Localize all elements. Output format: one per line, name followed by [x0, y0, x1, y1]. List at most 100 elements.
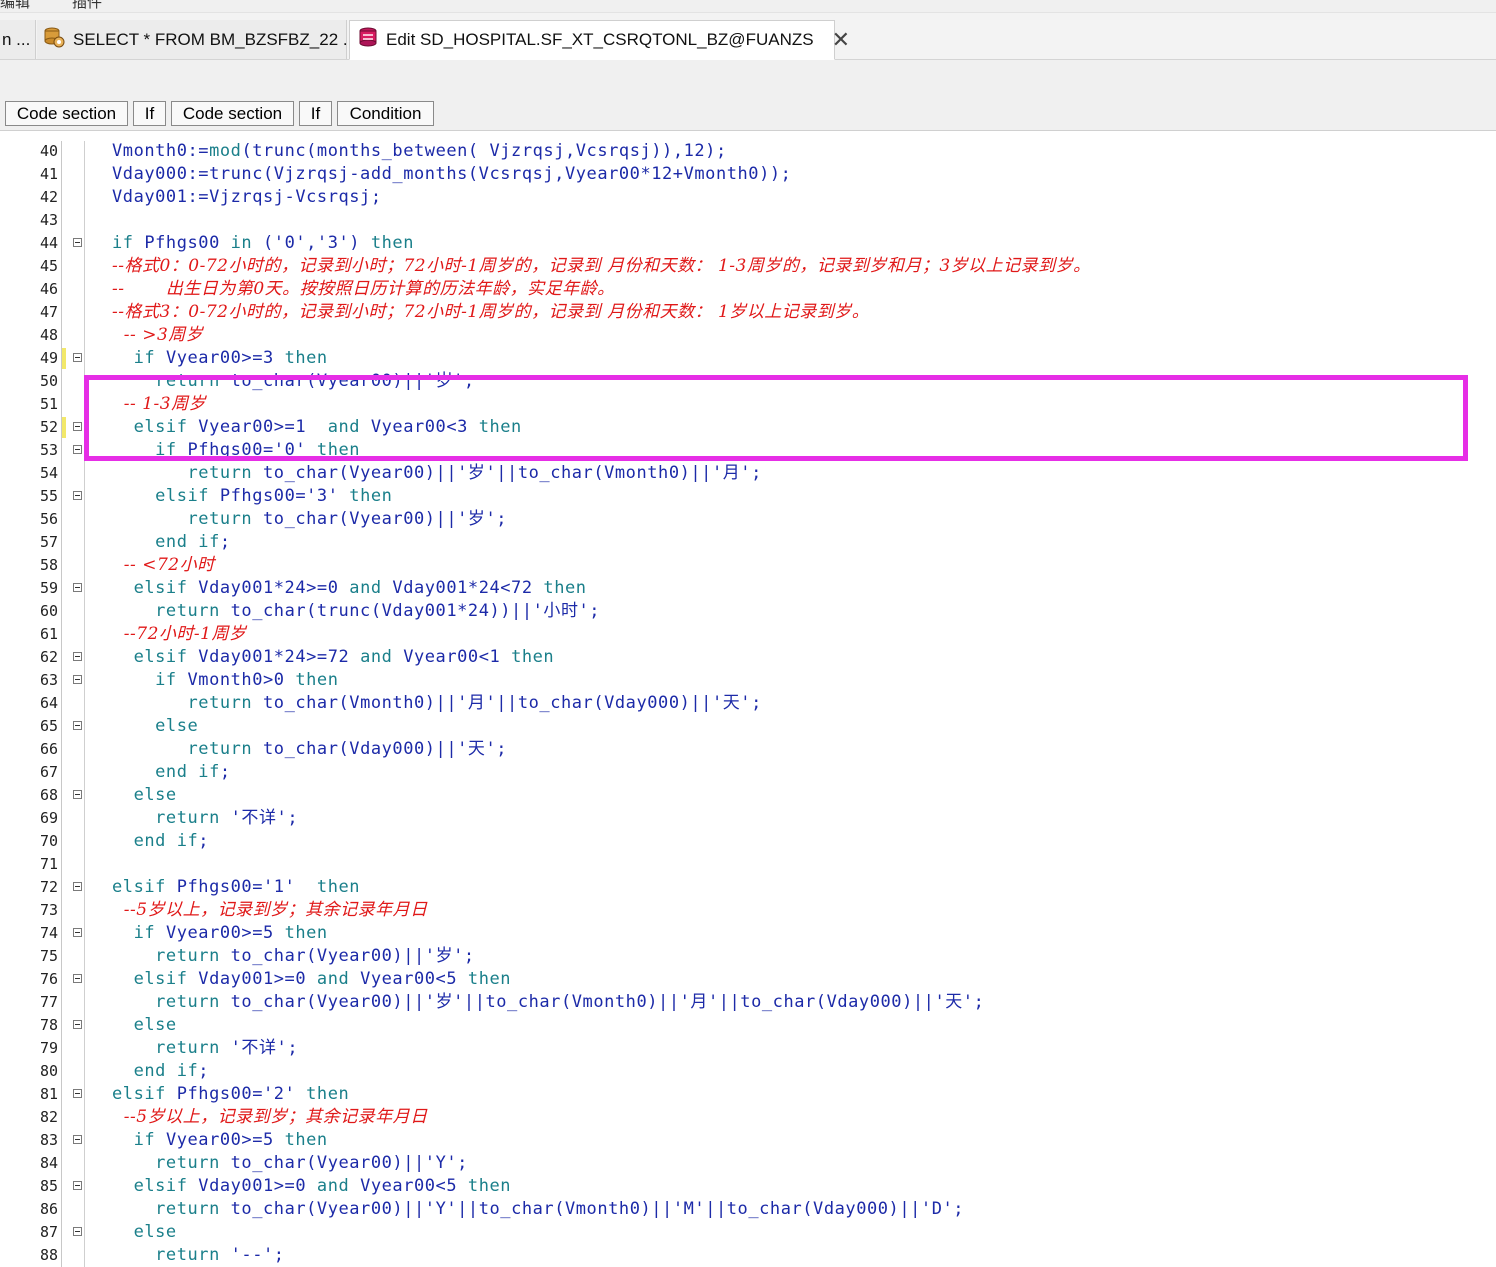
code-line[interactable]: 50 return to_char(Vyear00)||'岁'; — [0, 370, 1496, 393]
code-line[interactable]: 57 end if; — [0, 531, 1496, 554]
code-line[interactable]: 87 else — [0, 1221, 1496, 1244]
tab-edit-function[interactable]: Edit SD_HOSPITAL.SF_XT_CSRQTONL_BZ@FUANZ… — [349, 20, 850, 60]
fold-toggle-icon[interactable] — [73, 1227, 82, 1236]
code-line[interactable]: 86 return to_char(Vyear00)||'Y'||to_char… — [0, 1198, 1496, 1221]
code-line[interactable]: 72 elsif Pfhgs00='1' then — [0, 876, 1496, 899]
fold-toggle-icon[interactable] — [73, 491, 82, 500]
fold-toggle-icon[interactable] — [73, 353, 82, 362]
line-number: 49 — [39, 349, 58, 367]
code-line[interactable]: 47 --格式3：0-72小时的，记录到小时；72小时-1周岁的，记录到 月份和天… — [0, 301, 1496, 324]
code-line[interactable]: 66 return to_char(Vday000)||'天'; — [0, 738, 1496, 761]
breadcrumb-code-section-2[interactable]: Code section — [171, 101, 294, 126]
code-line[interactable]: 83 if Vyear00>=5 then — [0, 1129, 1496, 1152]
tab-sql-window-2[interactable]: SELECT * FROM BM_BZSFBZ_22 ... — [37, 20, 357, 59]
fold-toggle-icon[interactable] — [73, 675, 82, 684]
code-identifier: ; — [463, 946, 475, 966]
line-number: 40 — [39, 142, 58, 160]
menu-item-edit[interactable]: 编辑 — [0, 0, 30, 12]
fold-toggle-icon[interactable] — [73, 238, 82, 247]
line-number: 68 — [39, 786, 58, 804]
fold-toggle-icon[interactable] — [73, 1181, 82, 1190]
fold-toggle-icon[interactable] — [73, 422, 82, 431]
code-string: 'Y' — [424, 1199, 458, 1219]
code-line[interactable]: 68 else — [0, 784, 1496, 807]
menu-item-plugins[interactable]: 插件 — [72, 0, 102, 12]
code-line[interactable]: 71 — [0, 853, 1496, 876]
code-editor[interactable]: 40 Vmonth0:=mod(trunc(months_between( Vjz… — [0, 131, 1496, 1267]
code-line[interactable]: 84 return to_char(Vyear00)||'Y'; — [0, 1152, 1496, 1175]
code-line[interactable]: 58 -- <72小时 — [0, 554, 1496, 577]
code-line[interactable]: 62 elsif Vday001*24>=72 and Vyear00<1 th… — [0, 646, 1496, 669]
code-line[interactable]: 80 end if; — [0, 1060, 1496, 1083]
fold-toggle-icon[interactable] — [73, 882, 82, 891]
fold-toggle-icon[interactable] — [73, 445, 82, 454]
code-line[interactable]: 61 --72小时-1周岁 — [0, 623, 1496, 646]
code-keyword: end if — [112, 1061, 199, 1081]
code-text: -- 1-3周岁 — [112, 393, 206, 416]
code-line[interactable]: 59 elsif Vday001*24>=0 and Vday001*24<72… — [0, 577, 1496, 600]
code-line[interactable]: 43 — [0, 209, 1496, 232]
code-line[interactable]: 70 end if; — [0, 830, 1496, 853]
code-line[interactable]: 76 elsif Vday001>=0 and Vyear00<5 then — [0, 968, 1496, 991]
code-line[interactable]: 56 return to_char(Vyear00)||'岁'; — [0, 508, 1496, 531]
code-line[interactable]: 81 elsif Pfhgs00='2' then — [0, 1083, 1496, 1106]
code-line[interactable]: 46 -- 出生日为第0天。按按照日历计算的历法年龄，实足年龄。 — [0, 278, 1496, 301]
tab-sql-window-1[interactable]: n ... — [0, 20, 36, 59]
code-line[interactable]: 67 end if; — [0, 761, 1496, 784]
code-line[interactable]: 75 return to_char(Vyear00)||'岁'; — [0, 945, 1496, 968]
code-line[interactable]: 82 --5岁以上，记录到岁；其余记录年月日 — [0, 1106, 1496, 1129]
code-string: '岁' — [424, 992, 464, 1012]
code-keyword: and — [360, 647, 404, 667]
fold-toggle-icon[interactable] — [73, 790, 82, 799]
fold-toggle-icon[interactable] — [73, 1020, 82, 1029]
code-line[interactable]: 45 --格式0：0-72小时的，记录到小时；72小时-1周岁的，记录到 月份和天… — [0, 255, 1496, 278]
code-line[interactable]: 78 else — [0, 1014, 1496, 1037]
line-number: 69 — [39, 809, 58, 827]
code-keyword: if — [112, 348, 166, 368]
code-identifier: Vday001*24<72 — [392, 578, 544, 598]
fold-toggle-icon[interactable] — [73, 583, 82, 592]
fold-toggle-icon[interactable] — [73, 652, 82, 661]
code-line[interactable]: 53 if Pfhgs00='0' then — [0, 439, 1496, 462]
close-icon[interactable]: ✕ — [832, 29, 850, 51]
code-line[interactable]: 63 if Vmonth0>0 then — [0, 669, 1496, 692]
code-line[interactable]: 49 if Vyear00>=3 then — [0, 347, 1496, 370]
code-line[interactable]: 79 return '不详'; — [0, 1037, 1496, 1060]
code-line[interactable]: 64 return to_char(Vmonth0)||'月'||to_char… — [0, 692, 1496, 715]
code-keyword: then — [295, 670, 339, 690]
breadcrumb-code-section-1[interactable]: Code section — [5, 101, 128, 126]
code-line[interactable]: 85 elsif Vday001>=0 and Vyear00<5 then — [0, 1175, 1496, 1198]
code-text: elsif Pfhgs00='1' then — [112, 876, 360, 899]
fold-toggle-icon[interactable] — [73, 1089, 82, 1098]
menu-bar: 编辑 插件 — [0, 0, 1496, 13]
code-line[interactable]: 65 else — [0, 715, 1496, 738]
code-line[interactable]: 40 Vmonth0:=mod(trunc(months_between( Vjz… — [0, 140, 1496, 163]
code-line[interactable]: 88 return '--'; — [0, 1244, 1496, 1267]
fold-toggle-icon[interactable] — [73, 974, 82, 983]
code-identifier: to_char(Vyear00)|| — [230, 946, 425, 966]
code-line[interactable]: 55 elsif Pfhgs00='3' then — [0, 485, 1496, 508]
code-line[interactable]: 60 return to_char(trunc(Vday001*24))||'小… — [0, 600, 1496, 623]
code-line[interactable]: 73 --5岁以上，记录到岁；其余记录年月日 — [0, 899, 1496, 922]
fold-toggle-icon[interactable] — [73, 928, 82, 937]
code-line[interactable]: 69 return '不详'; — [0, 807, 1496, 830]
code-line[interactable]: 44 if Pfhgs00 in ('0','3') then — [0, 232, 1496, 255]
code-line[interactable]: 51 -- 1-3周岁 — [0, 393, 1496, 416]
code-line[interactable]: 41 Vday000:=trunc(Vjzrqsj-add_months(Vcsr… — [0, 163, 1496, 186]
breadcrumb-if-2[interactable]: If — [299, 101, 332, 126]
code-identifier: Vyear00>=1 — [198, 417, 328, 437]
fold-toggle-icon[interactable] — [73, 721, 82, 730]
code-line[interactable]: 52 elsif Vyear00>=1 and Vyear00<3 then — [0, 416, 1496, 439]
code-line[interactable]: 74 if Vyear00>=5 then — [0, 922, 1496, 945]
fold-toggle-icon[interactable] — [73, 1135, 82, 1144]
code-keyword: else — [112, 1222, 177, 1242]
line-number: 57 — [39, 533, 58, 551]
breadcrumb-condition[interactable]: Condition — [337, 101, 434, 126]
code-line[interactable]: 48 -- >3周岁 — [0, 324, 1496, 347]
code-identifier: to_char(Vday000)|| — [263, 739, 458, 759]
code-line[interactable]: 42 Vday001:=Vjzrqsj-Vcsrqsj; — [0, 186, 1496, 209]
code-line[interactable]: 54 return to_char(Vyear00)||'岁'||to_char… — [0, 462, 1496, 485]
code-line[interactable]: 77 return to_char(Vyear00)||'岁'||to_char… — [0, 991, 1496, 1014]
code-text: Vmonth0:=mod(trunc(months_between( Vjzrq… — [112, 140, 727, 163]
breadcrumb-if-1[interactable]: If — [133, 101, 166, 126]
